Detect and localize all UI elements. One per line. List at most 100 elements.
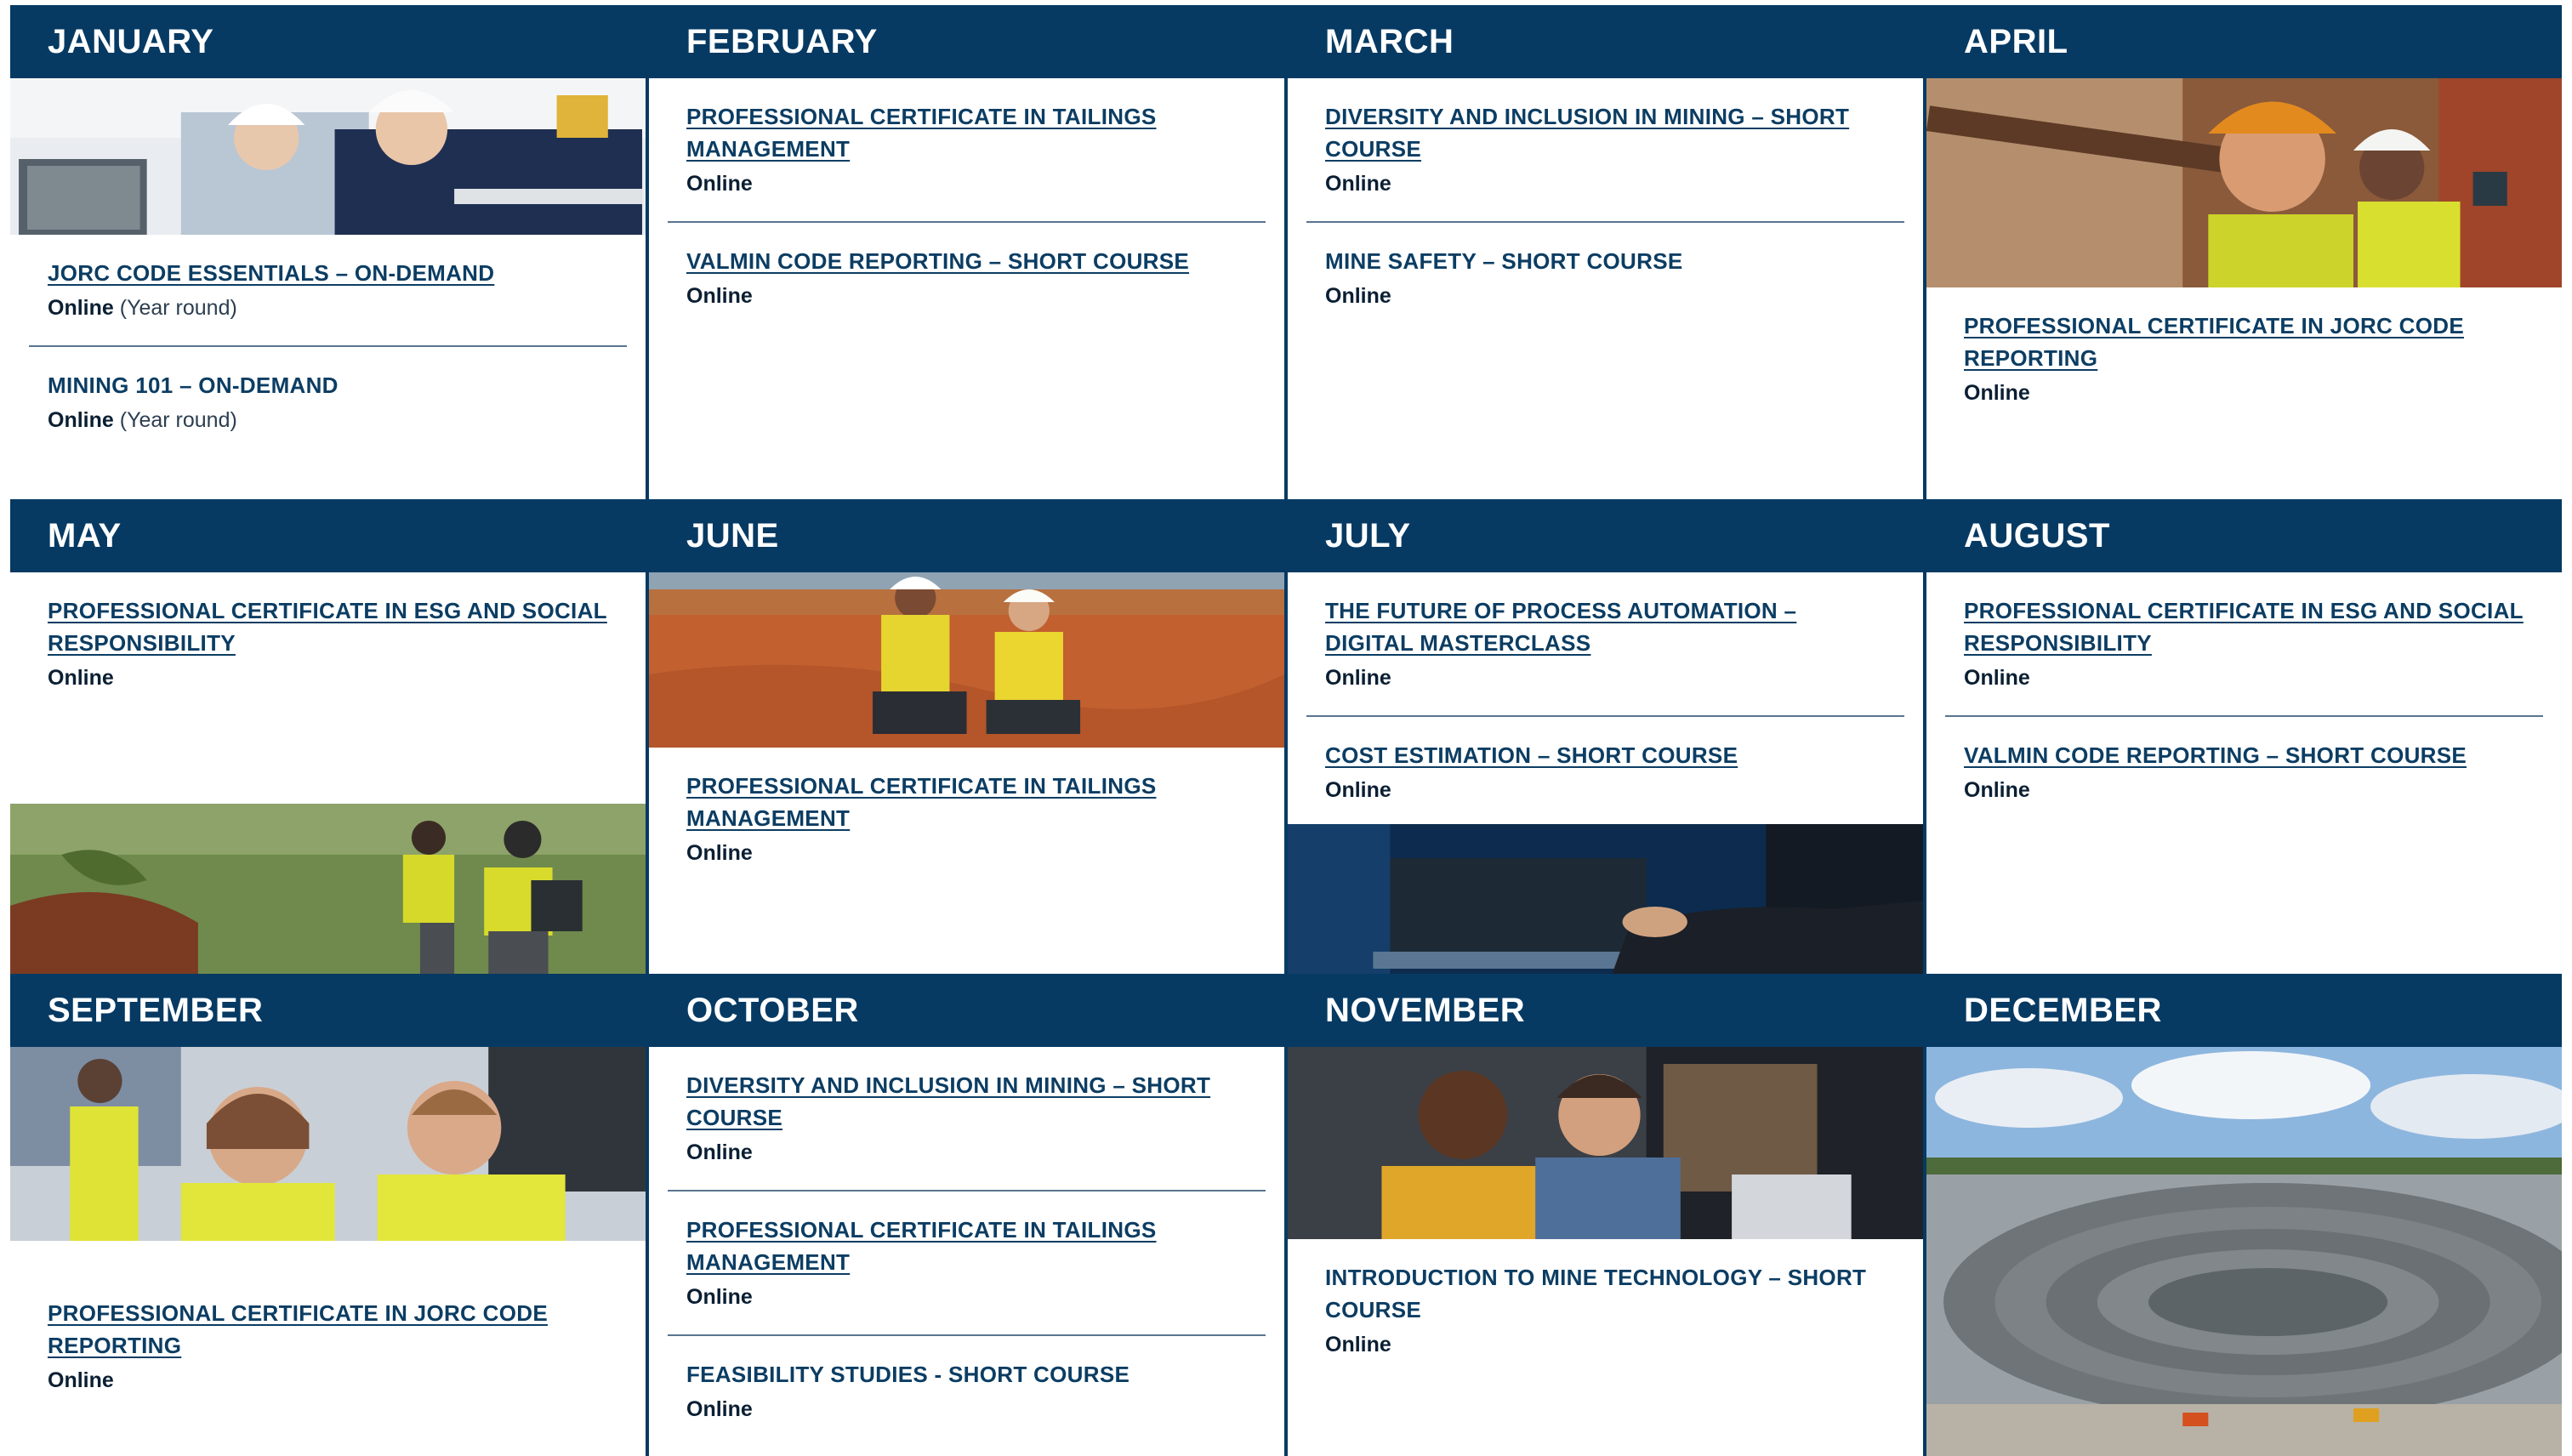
course-meta: Online [686, 1394, 1247, 1425]
course-list: PROFESSIONAL CERTIFICATE IN JORC CODE RE… [10, 1241, 646, 1418]
course-meta: Online [686, 281, 1247, 311]
course-list: PROFESSIONAL CERTIFICATE IN ESG AND SOCI… [1926, 572, 2562, 828]
course-link-jorc-essentials[interactable]: JORC CODE ESSENTIALS – ON-DEMAND [48, 257, 608, 289]
course-delivery-mode: Online [48, 1368, 114, 1392]
course-item: PROFESSIONAL CERTIFICATE IN TAILINGS MAN… [668, 748, 1266, 890]
course-meta: Online [1325, 168, 1886, 199]
course-delivery-mode: Online [1964, 778, 2030, 802]
course-item: VALMIN CODE REPORTING – SHORT COURSE Onl… [1945, 717, 2543, 828]
month-heading: JULY [1288, 499, 1923, 572]
course-list: PROFESSIONAL CERTIFICATE IN TAILINGS MAN… [649, 78, 1284, 333]
month-cell-march: MARCH DIVERSITY AND INCLUSION IN MINING … [1288, 5, 1923, 499]
photo-smiling-mine-workers [1926, 78, 2562, 287]
course-delivery-mode: Online [686, 172, 753, 196]
course-link-cost-estimation[interactable]: COST ESTIMATION – SHORT COURSE [1325, 739, 1886, 771]
course-delivery-mode: Online [1325, 1333, 1391, 1356]
course-meta: Online (Year round) [48, 405, 608, 435]
course-delivery-mode: Online [1964, 666, 2030, 690]
course-meta: Online [1325, 281, 1886, 311]
course-list: DIVERSITY AND INCLUSION IN MINING – SHOR… [649, 1047, 1284, 1447]
month-cell-april: APRIL PROFESSIONAL CERTIFICATE IN JORC C… [1926, 5, 2562, 499]
photo-field-workers-in-bushland [10, 804, 646, 974]
course-item: DIVERSITY AND INCLUSION IN MINING – SHOR… [1306, 78, 1904, 223]
course-item: INTRODUCTION TO MINE TECHNOLOGY – SHORT … [1306, 1239, 1904, 1382]
course-delivery-mode: Online [686, 1397, 753, 1421]
course-link-esg-social-responsibility[interactable]: PROFESSIONAL CERTIFICATE IN ESG AND SOCI… [48, 594, 608, 659]
month-cell-january: JANUARY JORC CODE ESSENTIALS – ON-DEMAND [10, 5, 646, 499]
course-list: INTRODUCTION TO MINE TECHNOLOGY – SHORT … [1288, 1239, 1923, 1382]
month-heading: JANUARY [10, 5, 646, 78]
course-title-feasibility-studies: FEASIBILITY STUDIES - SHORT COURSE [686, 1362, 1130, 1387]
course-title-mine-technology: INTRODUCTION TO MINE TECHNOLOGY – SHORT … [1325, 1265, 1867, 1322]
course-availability: (Year round) [119, 408, 237, 432]
course-link-valmin-code[interactable]: VALMIN CODE REPORTING – SHORT COURSE [686, 245, 1247, 277]
course-list: THE FUTURE OF PROCESS AUTOMATION – DIGIT… [1288, 572, 1923, 824]
course-delivery-mode: Online [1325, 666, 1391, 690]
month-heading: MAY [10, 499, 646, 572]
photo-students-in-library [1288, 1047, 1923, 1239]
course-item: PROFESSIONAL CERTIFICATE IN JORC CODE RE… [29, 1275, 627, 1418]
month-heading: APRIL [1926, 5, 2562, 78]
course-item: PROFESSIONAL CERTIFICATE IN ESG AND SOCI… [1945, 572, 2543, 717]
course-meta: Online [686, 168, 1247, 199]
photo-engineers-at-computer [10, 78, 646, 235]
course-item: MINE SAFETY – SHORT COURSE Online [1306, 223, 1904, 333]
course-delivery-mode: Online [686, 284, 753, 308]
course-link-jorc-code-reporting[interactable]: PROFESSIONAL CERTIFICATE IN JORC CODE RE… [1964, 310, 2524, 374]
month-cell-october: OCTOBER DIVERSITY AND INCLUSION IN MININ… [649, 974, 1284, 1456]
course-link-esg-social-responsibility[interactable]: PROFESSIONAL CERTIFICATE IN ESG AND SOCI… [1964, 594, 2524, 659]
month-cell-december: DECEMBER [1926, 974, 2562, 1456]
course-item: COST ESTIMATION – SHORT COURSE Online [1306, 717, 1904, 810]
course-link-diversity-inclusion[interactable]: DIVERSITY AND INCLUSION IN MINING – SHOR… [686, 1069, 1247, 1134]
course-delivery-mode: Online [1325, 284, 1391, 308]
course-item: FEASIBILITY STUDIES - SHORT COURSE Onlin… [668, 1336, 1266, 1447]
course-link-tailings-management[interactable]: PROFESSIONAL CERTIFICATE IN TAILINGS MAN… [686, 100, 1247, 165]
course-delivery-mode: Online [686, 1140, 753, 1164]
course-meta: Online [686, 1282, 1247, 1312]
course-meta: Online [1325, 663, 1886, 693]
course-link-tailings-management[interactable]: PROFESSIONAL CERTIFICATE IN TAILINGS MAN… [686, 1214, 1247, 1278]
course-meta: Online [686, 1137, 1247, 1168]
course-link-jorc-code-reporting[interactable]: PROFESSIONAL CERTIFICATE IN JORC CODE RE… [48, 1297, 608, 1362]
photo-hands-on-laptop-server-room [1288, 824, 1923, 974]
month-heading: MARCH [1288, 5, 1923, 78]
course-item: MINING 101 – ON-DEMAND Online (Year roun… [29, 347, 627, 458]
month-cell-july: JULY THE FUTURE OF PROCESS AUTOMATION – … [1288, 499, 1923, 974]
photo-control-room-team [10, 1047, 646, 1241]
course-meta: Online [1325, 775, 1886, 805]
photo-open-pit-mine [1926, 1047, 2562, 1456]
course-delivery-mode: Online [48, 296, 114, 320]
course-link-process-automation[interactable]: THE FUTURE OF PROCESS AUTOMATION – DIGIT… [1325, 594, 1886, 659]
course-item: PROFESSIONAL CERTIFICATE IN JORC CODE RE… [1945, 287, 2543, 430]
course-meta: Online [48, 1365, 608, 1396]
month-heading: FEBRUARY [649, 5, 1284, 78]
month-heading: SEPTEMBER [10, 974, 646, 1047]
course-item: DIVERSITY AND INCLUSION IN MINING – SHOR… [668, 1047, 1266, 1192]
course-link-valmin-code[interactable]: VALMIN CODE REPORTING – SHORT COURSE [1964, 739, 2524, 771]
course-delivery-mode: Online [686, 1285, 753, 1309]
course-delivery-mode: Online [48, 408, 114, 432]
course-meta: Online [48, 663, 608, 693]
course-item: PROFESSIONAL CERTIFICATE IN TAILINGS MAN… [668, 78, 1266, 223]
course-availability: (Year round) [119, 296, 237, 320]
month-heading: AUGUST [1926, 499, 2562, 572]
course-link-diversity-inclusion[interactable]: DIVERSITY AND INCLUSION IN MINING – SHOR… [1325, 100, 1886, 165]
course-delivery-mode: Online [1325, 172, 1391, 196]
course-delivery-mode: Online [1964, 381, 2030, 405]
course-list: PROFESSIONAL CERTIFICATE IN TAILINGS MAN… [649, 748, 1284, 890]
course-delivery-mode: Online [686, 841, 753, 865]
course-title-mining-101: MINING 101 – ON-DEMAND [48, 373, 339, 398]
course-calendar-grid: JANUARY JORC CODE ESSENTIALS – ON-DEMAND [10, 5, 2562, 1456]
course-list: JORC CODE ESSENTIALS – ON-DEMAND Online … [10, 235, 646, 458]
course-title-mine-safety: MINE SAFETY – SHORT COURSE [1325, 248, 1683, 274]
course-meta: Online [1964, 775, 2524, 805]
course-item: PROFESSIONAL CERTIFICATE IN TAILINGS MAN… [668, 1192, 1266, 1336]
course-link-tailings-management[interactable]: PROFESSIONAL CERTIFICATE IN TAILINGS MAN… [686, 770, 1247, 834]
course-meta: Online (Year round) [48, 293, 608, 323]
course-meta: Online [686, 838, 1247, 868]
month-cell-september: SEPTEMBER PROFESSIONAL CERTIFICATE IN JO… [10, 974, 646, 1456]
month-heading: JUNE [649, 499, 1284, 572]
month-cell-may: MAY PROFESSIONAL CERTIFICATE IN ESG AND … [10, 499, 646, 974]
month-heading: OCTOBER [649, 974, 1284, 1047]
month-cell-february: FEBRUARY PROFESSIONAL CERTIFICATE IN TAI… [649, 5, 1284, 499]
